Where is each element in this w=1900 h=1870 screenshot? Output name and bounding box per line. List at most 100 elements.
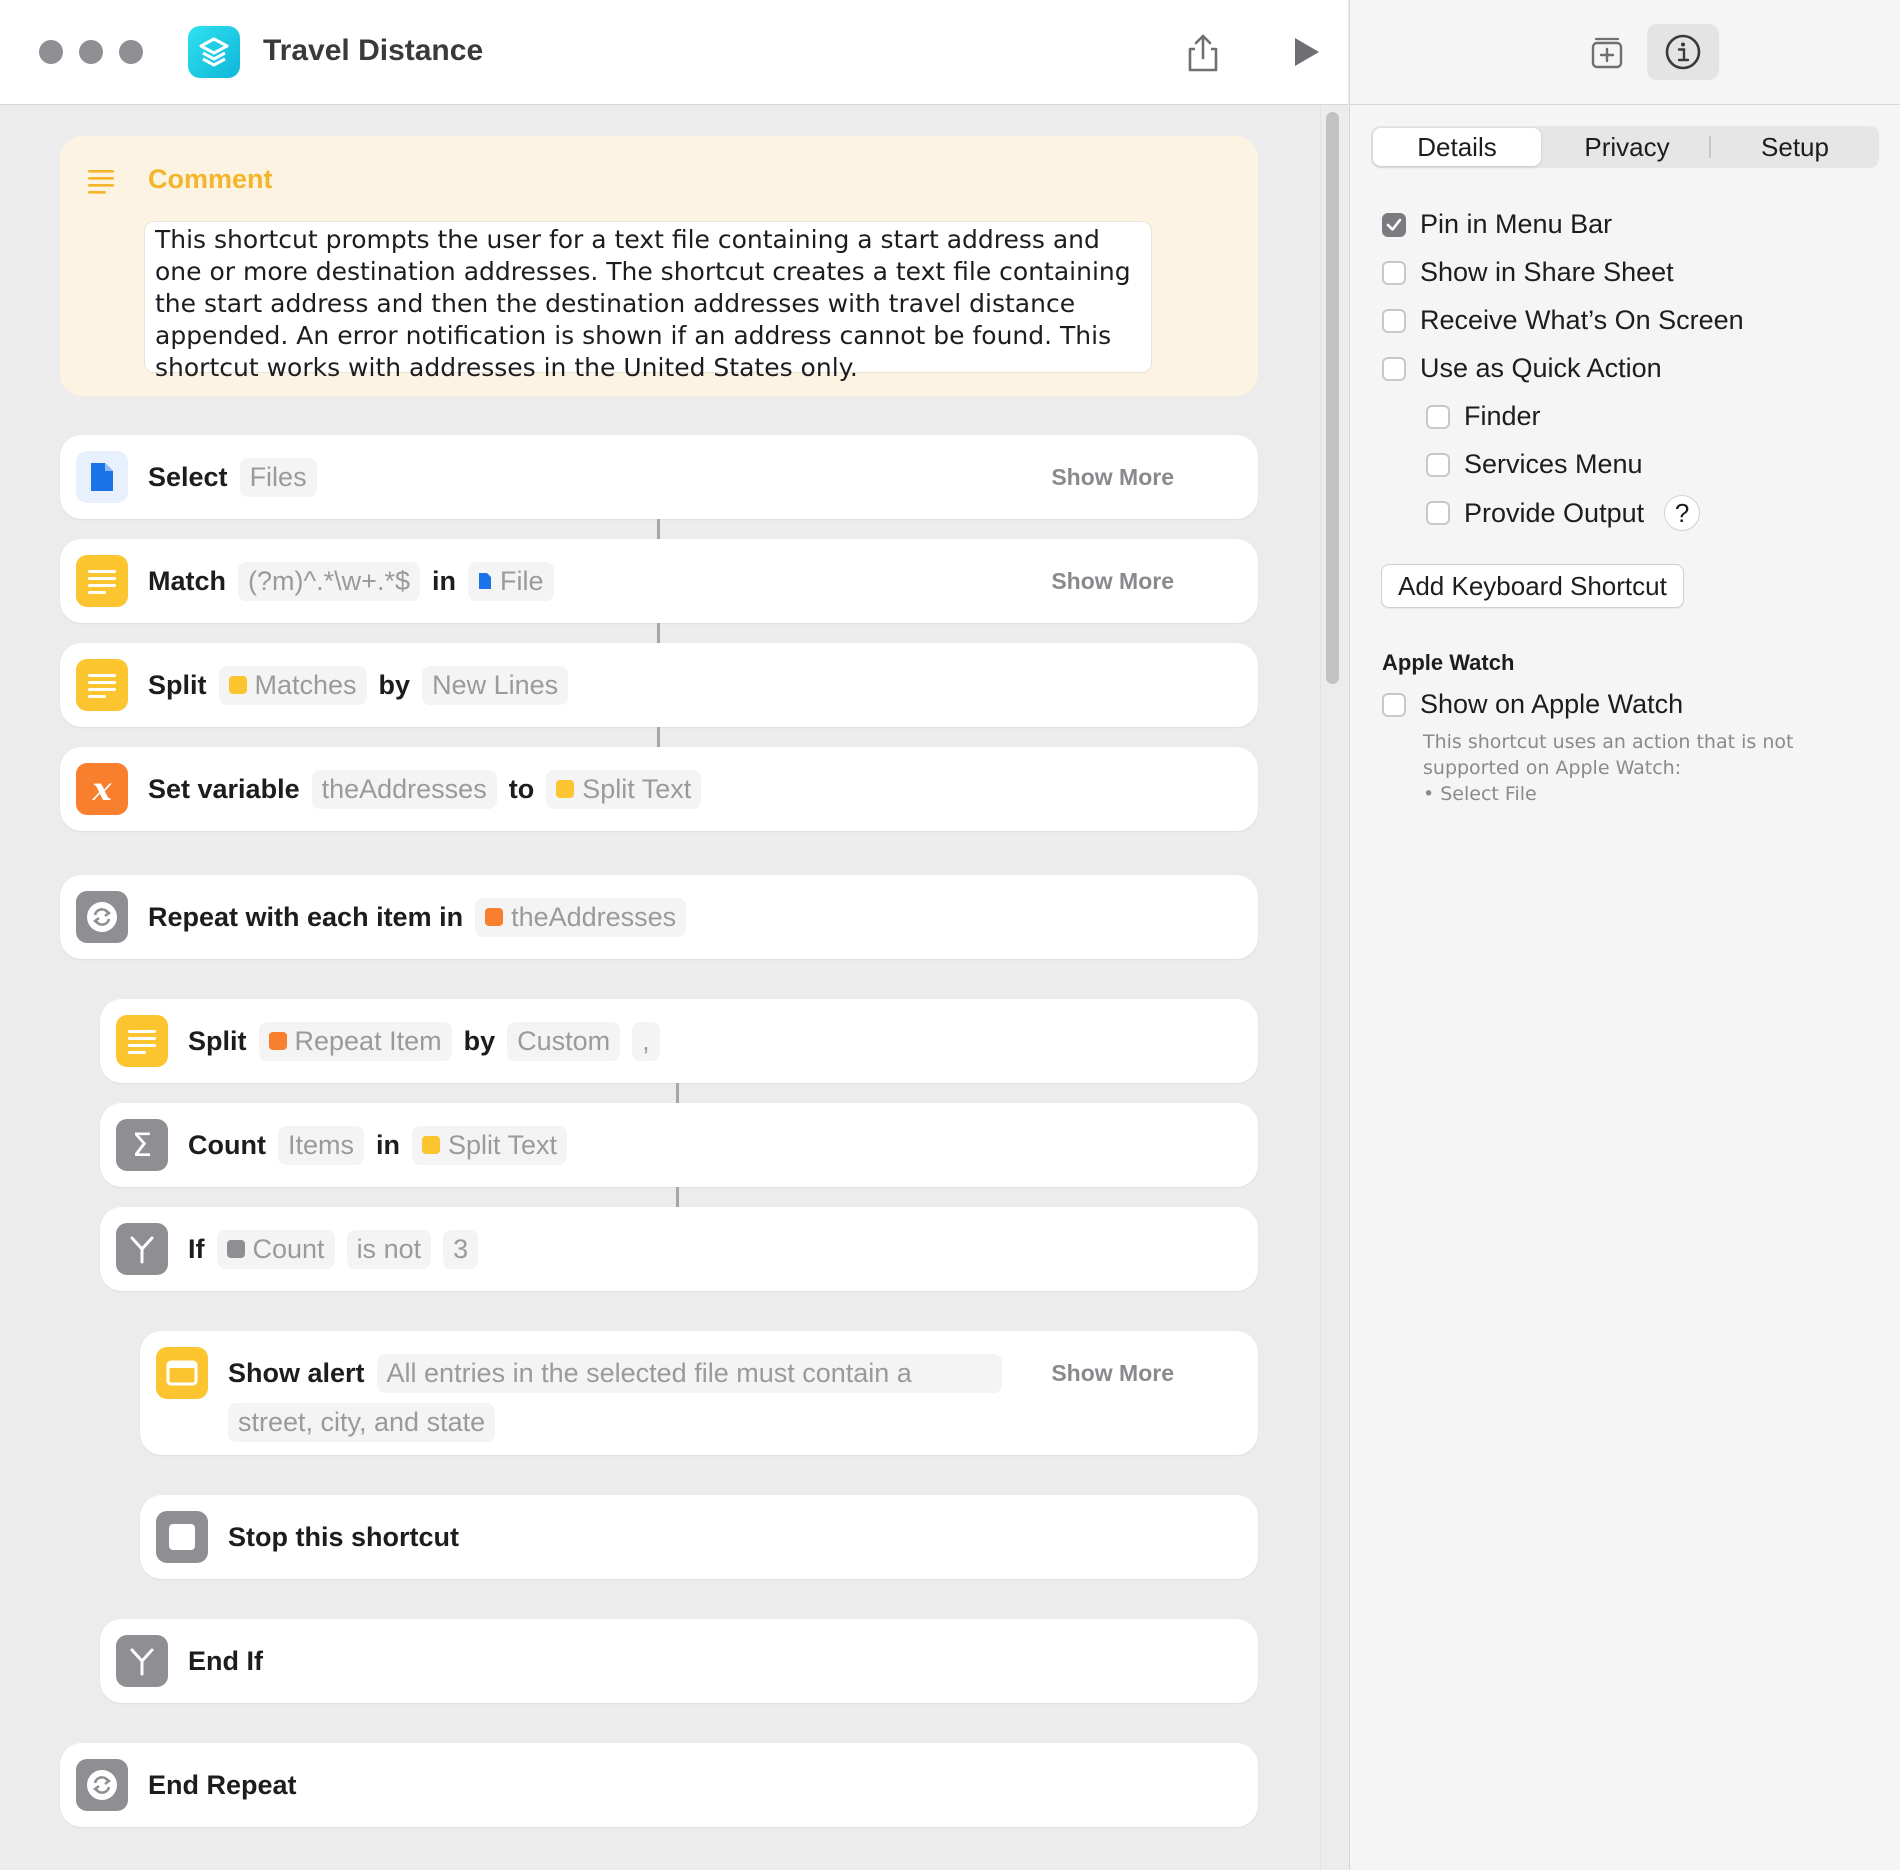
checkbox-checked[interactable] <box>1382 212 1406 237</box>
if-action[interactable]: If Count is not 3 <box>100 1207 1258 1291</box>
action-verb: Match <box>148 565 227 596</box>
share-button[interactable] <box>1181 30 1225 74</box>
condition-token[interactable]: is not <box>346 1229 432 1269</box>
count-variable-token[interactable]: Count <box>216 1229 335 1269</box>
token-label: theAddresses <box>511 901 677 932</box>
split-text-action[interactable]: Split Repeat Item by Custom , <box>100 999 1258 1083</box>
addresses-variable-token[interactable]: theAddresses <box>475 897 687 937</box>
add-action-icon <box>1591 37 1623 69</box>
close-window-button[interactable] <box>39 40 63 64</box>
action-verb: Stop this shortcut <box>228 1521 459 1552</box>
count-type-token[interactable]: Items <box>277 1125 364 1165</box>
token-label: Count <box>252 1233 325 1264</box>
tab-details[interactable]: Details <box>1373 128 1541 166</box>
run-button[interactable] <box>1283 30 1327 74</box>
alert-window-icon <box>156 1347 208 1399</box>
option-show-on-apple-watch[interactable]: Show on Apple Watch <box>1382 689 1683 720</box>
flow-connector <box>676 1083 679 1103</box>
matches-variable-token[interactable]: Matches <box>218 665 367 705</box>
comment-action[interactable]: Comment This shortcut prompts the user f… <box>60 136 1258 396</box>
repeat-item-variable-token[interactable]: Repeat Item <box>258 1021 452 1061</box>
select-files-action[interactable]: Select Files Show More <box>60 435 1258 519</box>
tab-setup[interactable]: Setup <box>1711 126 1879 168</box>
action-verb: If <box>188 1233 205 1264</box>
action-preposition: in <box>375 1129 400 1160</box>
stop-shortcut-action[interactable]: Stop this shortcut <box>140 1495 1258 1579</box>
separator-token[interactable]: New Lines <box>422 665 569 705</box>
option-pin-in-menu-bar[interactable]: Pin in Menu Bar <box>1382 209 1612 240</box>
add-keyboard-shortcut-button[interactable]: Add Keyboard Shortcut <box>1381 564 1684 608</box>
token-label: File <box>499 565 544 596</box>
option-receive-whats-on-screen[interactable]: Receive What’s On Screen <box>1382 305 1744 336</box>
text-icon <box>116 1015 168 1067</box>
option-show-in-share-sheet[interactable]: Show in Share Sheet <box>1382 257 1674 288</box>
alert-message-field[interactable]: All entries in the selected file must co… <box>376 1353 1002 1393</box>
condition-value-field[interactable]: 3 <box>443 1229 479 1269</box>
show-alert-action[interactable]: Show alert All entries in the selected f… <box>140 1331 1258 1455</box>
option-services-menu[interactable]: Services Menu <box>1426 449 1643 480</box>
token-label: Split Text <box>447 1129 558 1160</box>
action-verb: Count <box>188 1129 266 1160</box>
inspector-toolbar <box>1350 0 1900 105</box>
file-variable-token[interactable]: File <box>467 561 554 601</box>
branch-icon <box>116 1223 168 1275</box>
alert-message-field-continued[interactable]: street, city, and state <box>228 1402 496 1442</box>
tab-label: Privacy <box>1584 131 1670 162</box>
text-lines-icon <box>88 170 114 194</box>
shortcut-editor[interactable]: Comment This shortcut prompts the user f… <box>0 105 1348 1870</box>
count-action[interactable]: Σ Count Items in Split Text <box>100 1103 1258 1187</box>
action-preposition: by <box>378 669 411 700</box>
variable-x-icon: x <box>76 763 128 815</box>
window-title: Travel Distance <box>263 34 484 67</box>
select-type-token[interactable]: Files <box>239 457 317 497</box>
show-more-button[interactable]: Show More <box>1051 568 1174 595</box>
token-label: Repeat Item <box>294 1025 442 1056</box>
zoom-window-button[interactable] <box>119 40 143 64</box>
option-label: Show in Share Sheet <box>1420 257 1674 287</box>
custom-separator-field[interactable]: , <box>632 1021 660 1061</box>
checkbox[interactable] <box>1382 308 1406 333</box>
help-button[interactable]: ? <box>1664 495 1701 531</box>
file-icon <box>478 573 491 589</box>
comment-text-field[interactable]: This shortcut prompts the user for a tex… <box>144 221 1152 382</box>
action-verb: End Repeat <box>148 1769 297 1800</box>
variable-name-token[interactable]: theAddresses <box>311 769 497 809</box>
checkbox[interactable] <box>1426 501 1450 525</box>
match-text-action[interactable]: Match (?m)^.*\w+.*$ in File Show More <box>60 539 1258 623</box>
repeat-each-action[interactable]: Repeat with each item in theAddresses <box>60 875 1258 959</box>
repeat-icon <box>76 1759 128 1811</box>
checkbox[interactable] <box>1382 356 1406 381</box>
variable-x-icon <box>268 1032 287 1050</box>
split-text-action[interactable]: Split Matches by New Lines <box>60 643 1258 727</box>
regex-pattern-token[interactable]: (?m)^.*\w+.*$ <box>238 561 420 601</box>
separator-token[interactable]: Custom <box>507 1021 621 1061</box>
action-verb: Set variable <box>148 773 300 804</box>
checkbox[interactable] <box>1382 260 1406 285</box>
option-use-as-quick-action[interactable]: Use as Quick Action <box>1382 353 1662 384</box>
show-more-button[interactable]: Show More <box>1051 1360 1174 1387</box>
action-preposition: to <box>508 773 535 804</box>
minimize-window-button[interactable] <box>79 40 103 64</box>
sigma-icon: Σ <box>116 1119 168 1171</box>
set-variable-action[interactable]: x Set variable theAddresses to Split Tex… <box>60 747 1258 831</box>
action-library-button[interactable] <box>1571 24 1643 80</box>
end-repeat-action[interactable]: End Repeat <box>60 1743 1258 1827</box>
sigma-icon <box>226 1240 245 1258</box>
end-if-action[interactable]: End If <box>100 1619 1258 1703</box>
checkbox[interactable] <box>1426 404 1450 429</box>
option-finder[interactable]: Finder <box>1426 401 1541 432</box>
checkbox[interactable] <box>1426 452 1450 477</box>
split-text-variable-token[interactable]: Split Text <box>546 769 702 809</box>
scrollbar-thumb[interactable] <box>1326 112 1339 684</box>
flow-connector <box>676 1187 679 1207</box>
split-text-variable-token[interactable]: Split Text <box>411 1125 568 1165</box>
show-more-button[interactable]: Show More <box>1051 464 1174 491</box>
text-icon <box>228 676 247 694</box>
option-provide-output[interactable]: Provide Output ? <box>1426 495 1701 531</box>
option-label: Use as Quick Action <box>1420 353 1662 383</box>
checkbox[interactable] <box>1382 692 1406 717</box>
details-info-button[interactable] <box>1647 24 1719 80</box>
token-label: Matches <box>254 669 357 700</box>
tab-privacy[interactable]: Privacy <box>1543 126 1711 168</box>
action-verb: End If <box>188 1645 263 1676</box>
